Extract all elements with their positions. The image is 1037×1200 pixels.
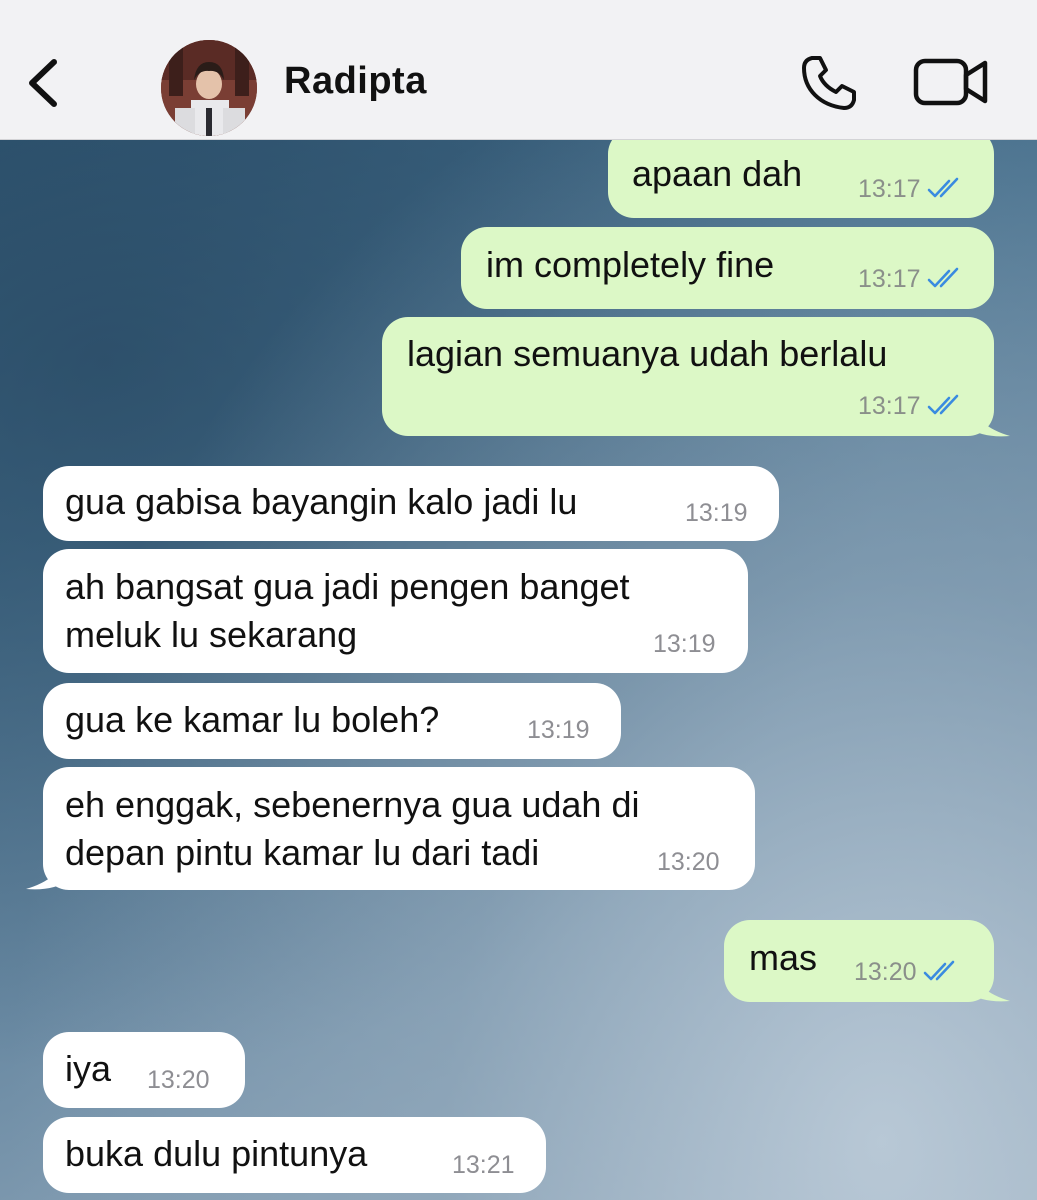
video-call-button[interactable] (912, 55, 990, 109)
message-text: mas (749, 937, 818, 978)
message-bubble-incoming[interactable]: iya 13:20 (43, 1032, 245, 1108)
message-time: 13:19 (653, 630, 716, 658)
message-meta: 13:17 (858, 264, 967, 294)
chevron-left-icon (29, 59, 57, 107)
message-bubble-outgoing[interactable]: im completely fine 13:17 (461, 227, 994, 309)
message-time: 13:20 (657, 848, 720, 876)
message-meta: 13:17 (858, 391, 967, 421)
back-button[interactable] (18, 48, 68, 118)
message-bubble-incoming[interactable]: buka dulu pintunya 13:21 (43, 1117, 546, 1193)
message-time: 13:17 (858, 265, 921, 293)
message-text: ah bangsat gua jadi pengen banget meluk … (65, 566, 630, 655)
read-ticks-icon (927, 394, 958, 415)
read-ticks-icon (923, 960, 954, 981)
message-text: eh enggak, sebenernya gua udah di depan … (65, 784, 640, 873)
read-ticks-icon (927, 267, 958, 288)
message-time: 13:20 (147, 1066, 210, 1094)
message-time: 13:19 (685, 499, 748, 527)
message-text: buka dulu pintunya (65, 1133, 368, 1174)
message-bubble-incoming[interactable]: ah bangsat gua jadi pengen banget meluk … (43, 549, 748, 673)
message-text: gua ke kamar lu boleh? (65, 699, 440, 740)
message-bubble-outgoing[interactable]: apaan dah 13:17 (608, 128, 994, 218)
video-camera-icon (913, 58, 988, 106)
message-bubble-outgoing[interactable]: lagian semuanya udah berlalu 13:17 (382, 317, 994, 436)
message-text: lagian semuanya udah berlalu (407, 333, 888, 374)
read-ticks-icon (927, 177, 958, 198)
avatar[interactable] (161, 40, 257, 136)
message-bubble-outgoing[interactable]: mas 13:20 (724, 920, 994, 1002)
message-text: apaan dah (632, 153, 803, 194)
message-bubble-incoming[interactable]: eh enggak, sebenernya gua udah di depan … (43, 767, 755, 890)
voice-call-button[interactable] (798, 52, 860, 114)
message-time: 13:17 (858, 392, 921, 420)
message-meta: 13:20 (854, 957, 963, 987)
message-text: im completely fine (486, 244, 775, 285)
message-time: 13:17 (858, 175, 921, 203)
contact-name[interactable]: Radipta (284, 60, 427, 103)
message-bubble-incoming[interactable]: gua ke kamar lu boleh? 13:19 (43, 683, 621, 759)
chat-header: Radipta (0, 0, 1037, 140)
message-text: iya (65, 1048, 112, 1089)
message-bubble-incoming[interactable]: gua gabisa bayangin kalo jadi lu 13:19 (43, 466, 779, 541)
message-time: 13:20 (854, 958, 917, 986)
message-meta: 13:17 (858, 174, 967, 204)
phone-icon (802, 56, 856, 110)
message-text: gua gabisa bayangin kalo jadi lu (65, 481, 578, 522)
avatar-photo (161, 40, 257, 136)
message-time: 13:21 (452, 1151, 515, 1179)
message-time: 13:19 (527, 716, 590, 744)
